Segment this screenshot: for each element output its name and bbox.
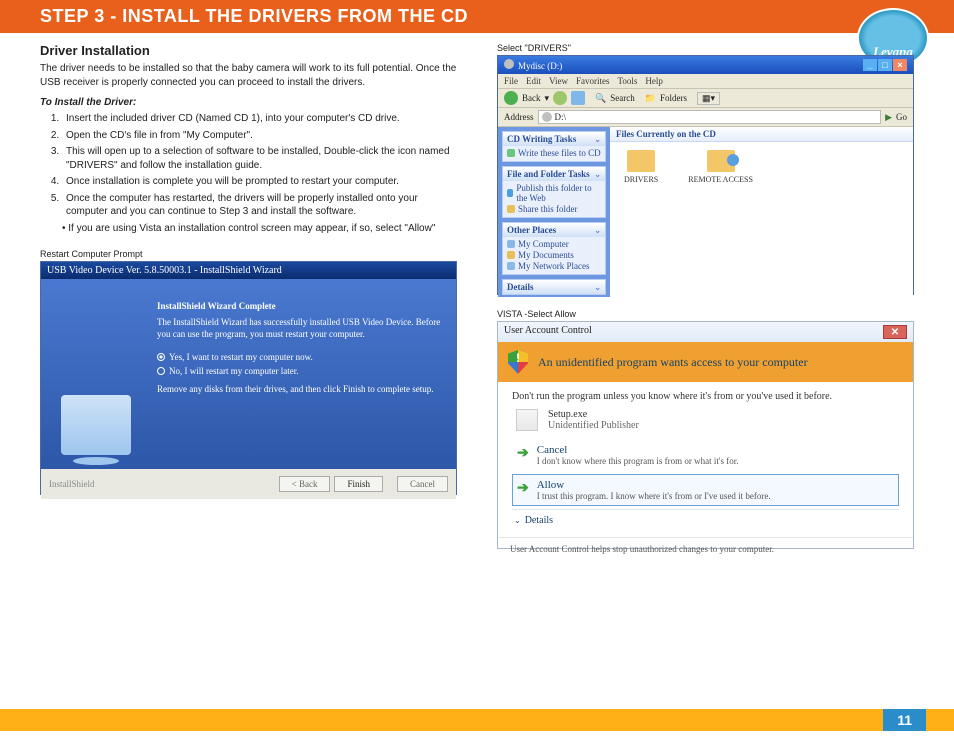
program-icon xyxy=(516,409,538,431)
folder-icon xyxy=(627,150,655,172)
mydocs-icon xyxy=(507,251,515,259)
program-name: Setup.exe xyxy=(548,409,639,420)
uac-warning: Don't run the program unless you know wh… xyxy=(512,390,899,403)
step-title: STEP 3 - INSTALL THE DRIVERS FROM THE CD xyxy=(40,6,468,26)
radio-icon xyxy=(157,353,165,361)
up-icon[interactable] xyxy=(571,91,585,105)
go-button[interactable]: Go xyxy=(896,112,907,122)
step-item: Open the CD's file in from "My Computer"… xyxy=(62,129,457,143)
finish-button[interactable]: Finish xyxy=(334,476,383,492)
drivers-folder[interactable]: DRIVERS xyxy=(624,150,658,184)
step-item: Once installation is complete you will b… xyxy=(62,175,457,189)
cd-icon xyxy=(504,59,514,69)
step-item: Insert the included driver CD (Named CD … xyxy=(62,112,457,126)
explorer-screenshot: Mydisc (D:) _□× FileEditViewFavoritesToo… xyxy=(497,55,914,295)
is-body-text-2: Remove any disks from their drives, and … xyxy=(157,384,444,396)
caption-explorer: Select "DRIVERS" xyxy=(497,43,914,53)
uac-banner-text: An unidentified program wants access to … xyxy=(538,355,808,370)
section-heading: Driver Installation xyxy=(40,43,457,58)
substep: If you are using Vista an installation c… xyxy=(62,222,457,236)
views-icon[interactable]: ▦▾ xyxy=(697,92,720,105)
write-cd-icon xyxy=(507,149,515,157)
page-body: Driver Installation The driver needs to … xyxy=(0,33,954,549)
folder-icon xyxy=(707,150,735,172)
sidebar-link[interactable]: My Documents xyxy=(507,250,601,260)
back-button[interactable]: < Back xyxy=(279,476,331,492)
install-steps: Insert the included driver CD (Named CD … xyxy=(40,112,457,219)
details-expander[interactable]: ⌄Details xyxy=(512,509,899,531)
radio-icon xyxy=(157,367,165,375)
page-number: 11 xyxy=(883,709,926,731)
restart-now-option[interactable]: Yes, I want to restart my computer now. xyxy=(157,352,444,362)
caption-uac: VISTA -Select Allow xyxy=(497,309,914,319)
close-button[interactable]: ✕ xyxy=(883,325,907,339)
cancel-option[interactable]: ➔ CancelI don't know where this program … xyxy=(512,439,899,471)
sidebar-task[interactable]: Write these files to CD xyxy=(507,148,601,158)
step-item: Once the computer has restarted, the dri… xyxy=(62,192,457,219)
explorer-sidebar: CD Writing Tasks⌄ Write these files to C… xyxy=(498,127,610,297)
left-column: Driver Installation The driver needs to … xyxy=(40,43,457,549)
network-icon xyxy=(507,262,515,270)
sidebar-task[interactable]: Publish this folder to the Web xyxy=(507,183,601,203)
computer-icon xyxy=(61,395,131,455)
arrow-icon: ➔ xyxy=(517,480,529,494)
back-icon[interactable] xyxy=(504,91,518,105)
subheading: To Install the Driver: xyxy=(40,97,457,108)
uac-footer: User Account Control helps stop unauthor… xyxy=(498,537,913,560)
page-header: STEP 3 - INSTALL THE DRIVERS FROM THE CD xyxy=(0,0,954,33)
forward-icon[interactable] xyxy=(553,91,567,105)
sidebar-link[interactable]: My Network Places xyxy=(507,261,601,271)
installshield-brand: InstallShield xyxy=(49,479,95,489)
sidebar-link[interactable]: My Computer xyxy=(507,239,601,249)
uac-screenshot: User Account Control ✕ An unidentified pr… xyxy=(497,321,914,549)
installshield-screenshot: USB Video Device Ver. 5.8.50003.1 - Inst… xyxy=(40,261,457,495)
address-label: Address xyxy=(504,112,534,122)
shield-icon xyxy=(508,350,528,374)
program-publisher: Unidentified Publisher xyxy=(548,420,639,431)
explorer-title: Mydisc (D:) xyxy=(518,61,562,71)
explorer-toolbar[interactable]: Back▾ 🔍Search 📁Folders ▦▾ xyxy=(498,89,913,108)
cd-icon xyxy=(542,112,552,122)
page-footer: 11 xyxy=(0,709,954,731)
is-body-text: The InstallShield Wizard has successfull… xyxy=(157,317,444,340)
explorer-menubar[interactable]: FileEditViewFavoritesToolsHelp xyxy=(498,74,913,89)
mycomputer-icon xyxy=(507,240,515,248)
intro-paragraph: The driver needs to be installed so that… xyxy=(40,62,457,89)
is-heading: InstallShield Wizard Complete xyxy=(157,301,444,311)
share-icon xyxy=(507,205,515,213)
address-field[interactable]: D:\ xyxy=(538,110,882,124)
step-item: This will open up to a selection of soft… xyxy=(62,145,457,172)
files-heading: Files Currently on the CD xyxy=(610,127,913,142)
cancel-button[interactable]: Cancel xyxy=(397,476,448,492)
restart-later-option[interactable]: No, I will restart my computer later. xyxy=(157,366,444,376)
publish-icon xyxy=(507,189,513,197)
uac-title: User Account Control xyxy=(504,325,592,339)
caption-restart: Restart Computer Prompt xyxy=(40,249,457,259)
allow-option[interactable]: ➔ AllowI trust this program. I know wher… xyxy=(512,474,899,506)
is-titlebar: USB Video Device Ver. 5.8.50003.1 - Inst… xyxy=(41,262,456,279)
arrow-icon: ➔ xyxy=(517,445,529,459)
sidebar-task[interactable]: Share this folder xyxy=(507,204,601,214)
remote-access-folder[interactable]: REMOTE ACCESS xyxy=(688,150,753,184)
window-buttons[interactable]: _□× xyxy=(862,59,907,71)
right-column: Select "DRIVERS" Mydisc (D:) _□× FileEdi… xyxy=(497,43,914,549)
